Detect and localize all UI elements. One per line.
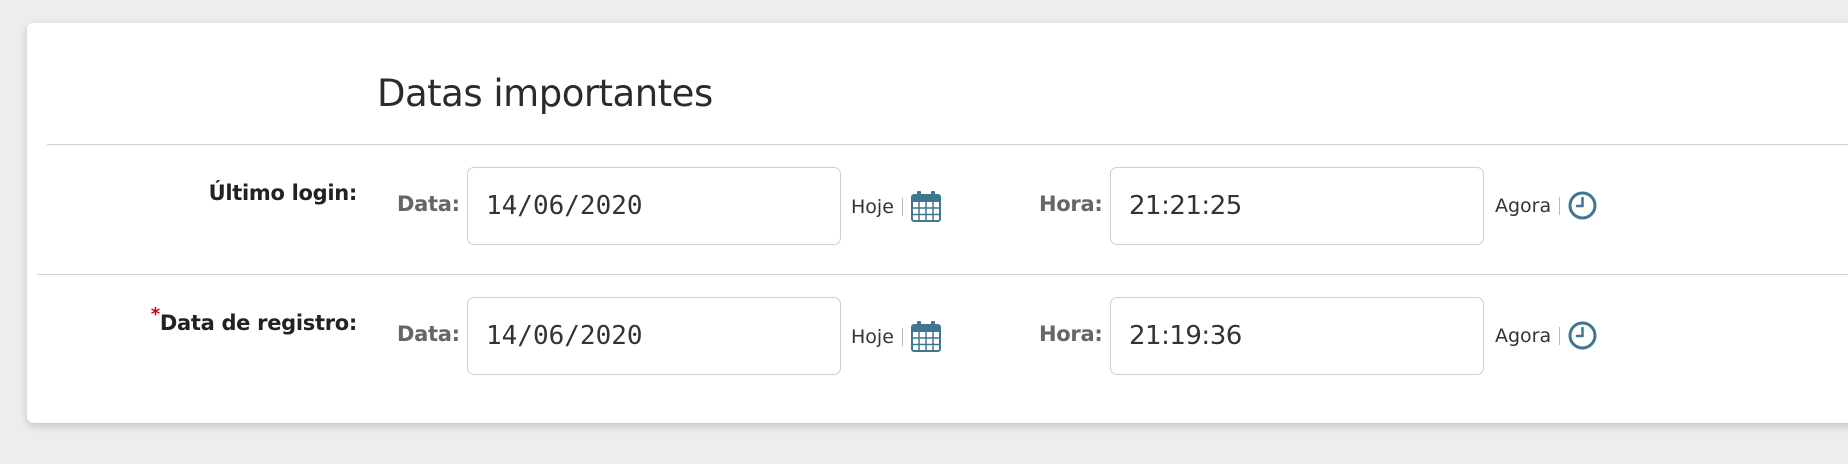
calendar-icon[interactable]: [910, 191, 941, 222]
time-shortcuts: Agora: [1495, 321, 1597, 350]
now-link[interactable]: Agora: [1495, 325, 1551, 347]
separator: [901, 197, 903, 216]
clock-icon[interactable]: [1568, 191, 1597, 220]
row-last-login: Último login: Data: Hoje Hora:: [27, 167, 1848, 247]
registration-date-input[interactable]: [467, 297, 841, 375]
clock-icon[interactable]: [1568, 321, 1597, 350]
today-link[interactable]: Hoje: [851, 326, 894, 348]
section-title: Datas importantes: [377, 72, 713, 115]
time-shortcuts: Agora: [1495, 191, 1597, 220]
now-link[interactable]: Agora: [1495, 195, 1551, 217]
date-label: Data:: [397, 192, 460, 216]
required-marker: *: [150, 304, 160, 325]
form-card: Datas importantes Último login: Data: Ho…: [27, 23, 1848, 423]
row-label-text: Data de registro:: [159, 311, 357, 335]
separator: [1559, 196, 1561, 215]
separator: [901, 327, 903, 346]
time-label: Hora:: [1039, 322, 1103, 346]
date-shortcuts: Hoje: [851, 191, 941, 222]
row-label-registration-date: *Data de registro:: [151, 304, 358, 335]
time-label: Hora:: [1039, 192, 1103, 216]
calendar-icon[interactable]: [910, 321, 941, 352]
row-label-last-login: Último login:: [208, 181, 358, 205]
last-login-date-input[interactable]: [467, 167, 841, 245]
row-label-text: Último login:: [208, 181, 358, 205]
section-divider: [47, 144, 1848, 145]
registration-time-input[interactable]: [1110, 297, 1484, 375]
date-shortcuts: Hoje: [851, 321, 941, 352]
row-registration-date: *Data de registro: Data: Hoje: [27, 297, 1848, 377]
date-label: Data:: [397, 322, 460, 346]
last-login-time-input[interactable]: [1110, 167, 1484, 245]
today-link[interactable]: Hoje: [851, 196, 894, 218]
row-divider: [37, 274, 1848, 275]
separator: [1559, 326, 1561, 345]
